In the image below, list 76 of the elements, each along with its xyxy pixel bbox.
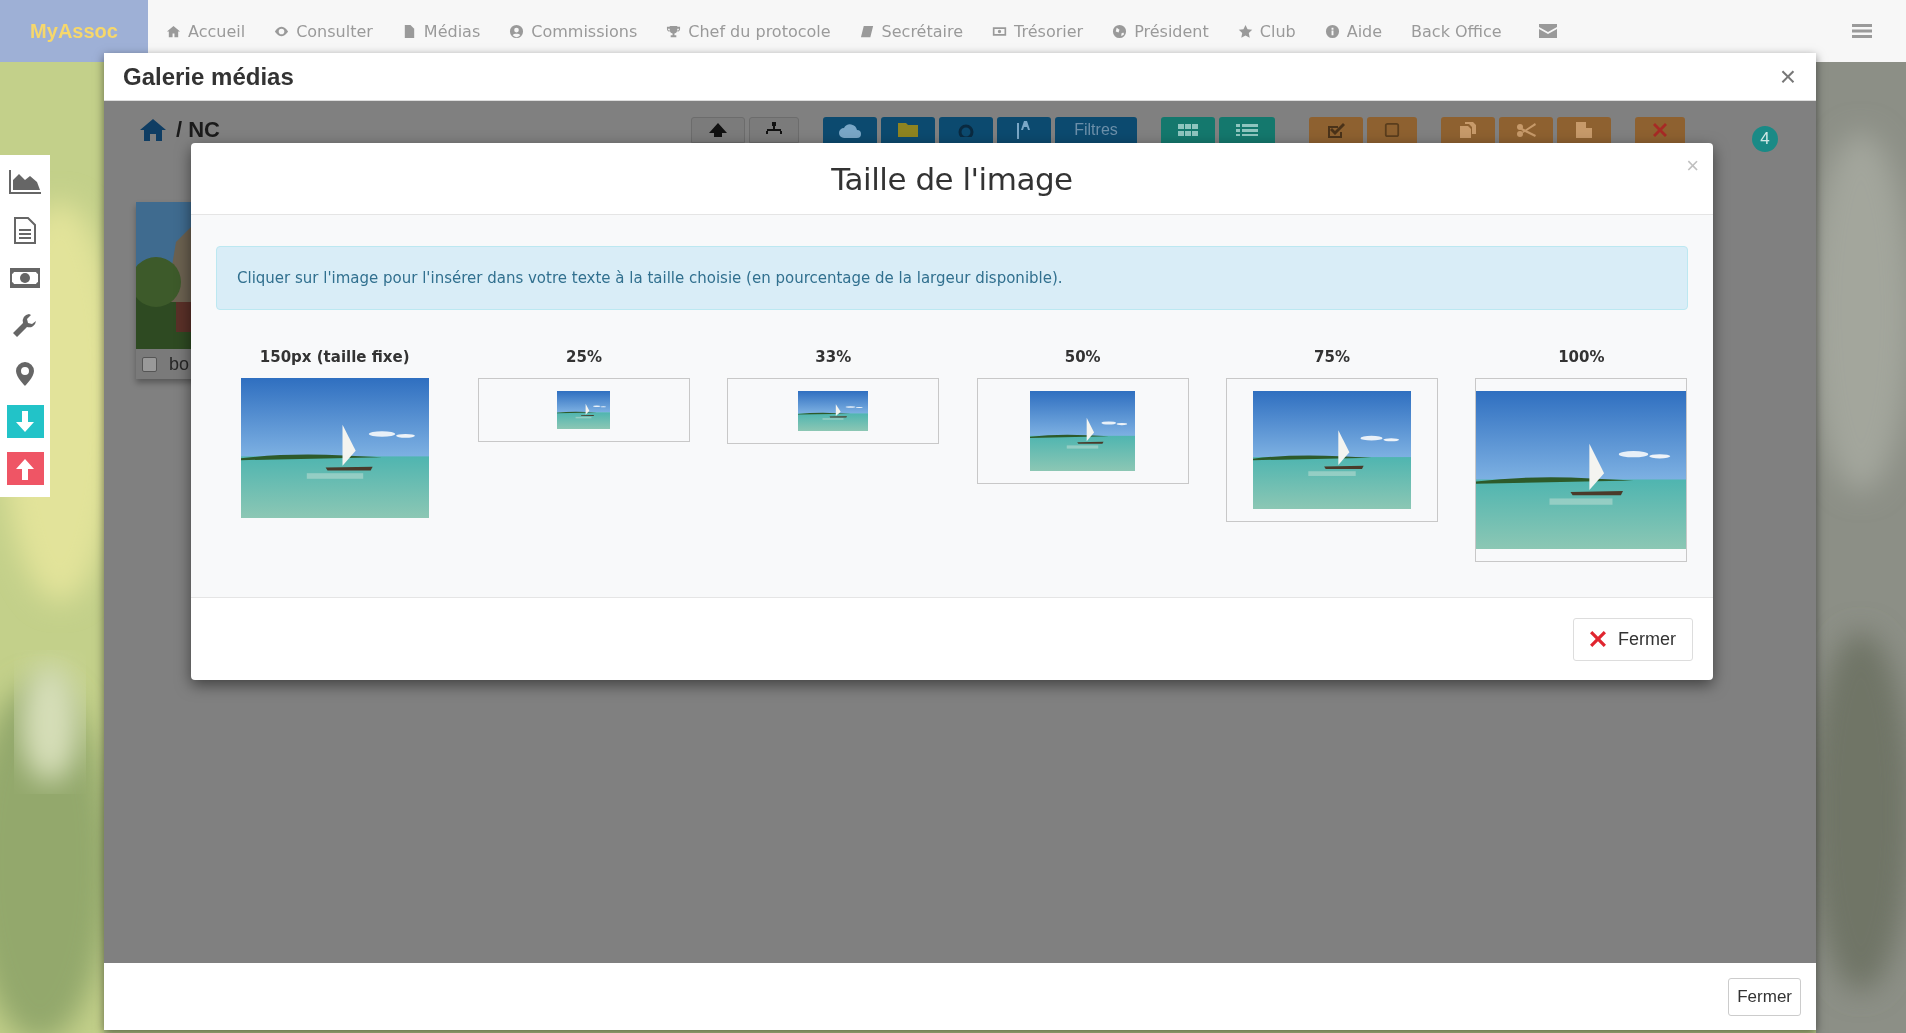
search-icon [957,123,975,137]
download-button[interactable] [6,405,44,438]
font-icon [1015,121,1033,139]
checkbox[interactable] [142,356,157,372]
nav-link[interactable]: Commissions [509,21,638,41]
down-arrow-icon [13,409,37,434]
scissors-icon [1516,123,1536,137]
folder-button[interactable] [881,117,935,143]
size-label: 100% [1558,348,1605,368]
filter-button[interactable]: Filtres [1055,117,1137,143]
grid-icon [1178,124,1198,136]
brand-logo[interactable]: MyAssoc [0,0,148,62]
wrench-icon [12,313,38,339]
list-view-button[interactable] [1219,117,1275,143]
area-chart-icon [9,170,41,194]
info-message: Cliquer sur l'image pour l'insérer dans votre texte à la taille choisie (en pourcentage de la largeur disponible). [216,246,1688,310]
envelope-icon [1538,24,1557,38]
deselect-button[interactable] [1367,117,1417,143]
close-button[interactable]: Fermer [1728,977,1801,1016]
nav-link[interactable]: Back Office [1411,21,1502,41]
size-label: 150px (taille fixe) [259,348,410,368]
info-icon [1324,23,1340,39]
banknote-icon [10,268,40,288]
cut-button[interactable] [1499,117,1553,143]
document-icon [14,216,36,244]
home-icon [140,119,166,141]
nav-link[interactable]: Chef du protocole [666,21,831,41]
select-all-button[interactable] [1309,117,1363,143]
grid-view-button[interactable] [1161,117,1215,143]
paste-icon [1575,122,1593,138]
nav-link[interactable]: Secrétaire [859,21,964,41]
size-label: 75% [1314,348,1350,368]
paste-button[interactable] [1557,117,1611,143]
map-pin-icon [16,362,34,386]
font-size-button[interactable] [997,117,1051,143]
up-icon [709,123,727,137]
trophy-icon [666,23,682,39]
nav-link[interactable]: Président [1112,21,1209,41]
media-name: bo [169,353,190,375]
square-icon [1383,122,1401,138]
globe-icon [1112,23,1128,39]
nav-link[interactable]: Accueil [166,21,246,41]
cloud-upload-icon [839,122,861,138]
size-label: 50% [1064,348,1101,368]
image-option[interactable] [1226,378,1438,522]
upload-button[interactable] [6,452,44,485]
image-option[interactable] [976,378,1189,484]
dialog-title: Galerie médias [123,62,294,91]
copy-button[interactable] [1441,117,1495,143]
up-folder-button[interactable] [691,117,745,143]
close-button[interactable]: Fermer [1573,617,1693,661]
image-option[interactable] [478,378,690,442]
home-icon [166,23,181,39]
checkbox-icon [1326,122,1346,138]
breadcrumb-path: / NC [176,117,220,143]
nav-link[interactable]: Consulter [274,21,373,41]
modal-title: Taille de l'image [831,160,1073,197]
nav-link[interactable]: Médias [401,21,481,41]
close-button[interactable]: × [1686,153,1699,179]
nav-link[interactable]: Trésorier [992,21,1084,41]
list-icon [1236,124,1258,136]
close-button[interactable]: × [1779,62,1796,91]
copy-icon [1458,122,1478,138]
cross-icon [1590,631,1606,647]
folder-icon [898,123,918,137]
size-label: 25% [566,348,602,368]
cross-icon [1653,123,1667,137]
count-badge: 4 [1752,126,1778,152]
image-option[interactable] [727,378,940,444]
star-icon [1237,23,1253,39]
upload-button[interactable] [823,117,877,143]
nav-link[interactable]: Club [1237,21,1296,41]
menu-icon[interactable] [1852,23,1872,39]
size-label: 33% [815,348,852,368]
tree-button[interactable] [749,117,799,143]
nav-link[interactable]: Aide [1324,21,1383,41]
